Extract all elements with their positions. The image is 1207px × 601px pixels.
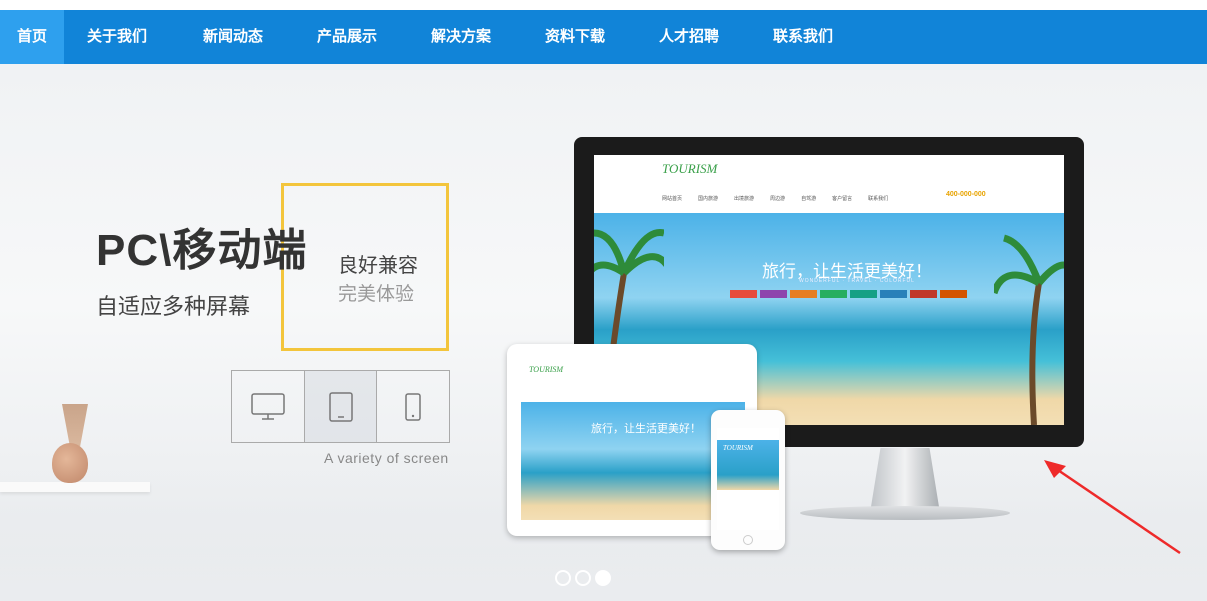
nav-item-solutions[interactable]: 解决方案 — [424, 10, 498, 64]
mockup-nav-item: 网站首页 — [662, 196, 683, 202]
main-nav: 首页 关于我们 新闻动态 产品展示 解决方案 资料下载 人才招聘 联系我们 — [0, 10, 1207, 64]
top-strip — [0, 0, 1207, 10]
mockup-site-header: TOURISM 网站首页 国内旅游 出境旅游 周边游 自驾游 客户留言 联系我们… — [594, 155, 1064, 213]
mockup-chip — [940, 290, 967, 298]
variety-caption: A variety of screen — [324, 450, 449, 466]
mockup-nav-item: 自驾游 — [801, 196, 817, 202]
nav-item-careers[interactable]: 人才招聘 — [652, 10, 726, 64]
tablet-slogan: 旅行，让生活更美好！ — [591, 423, 701, 435]
slide-dot-3[interactable] — [595, 570, 611, 586]
phone-mockup: TOURISM — [711, 410, 785, 550]
slide-dot-2[interactable] — [575, 570, 591, 586]
mockup-chip — [790, 290, 817, 298]
nav-item-home[interactable]: 首页 — [0, 10, 64, 64]
monitor-icon — [251, 392, 285, 420]
mockup-chip — [910, 290, 937, 298]
mockup-hotline: 400-000-000 — [946, 191, 986, 198]
device-cell-tablet — [304, 371, 378, 442]
mockup-nav-item: 周边游 — [770, 196, 786, 202]
phone-home-button — [743, 535, 753, 545]
mockup-category-chips — [730, 290, 967, 298]
tablet-mockup-logo: TOURISM — [529, 365, 564, 374]
side-table — [0, 482, 150, 492]
mockup-chip — [760, 290, 787, 298]
nav-item-products[interactable]: 产品展示 — [310, 10, 384, 64]
palm-tree-right-icon — [994, 234, 1064, 425]
monitor-stand-base — [800, 506, 1010, 520]
phone-screen: TOURISM — [717, 428, 779, 530]
mockup-site-nav: 网站首页 国内旅游 出境旅游 周边游 自驾游 客户留言 联系我们 — [662, 195, 888, 202]
mockup-chip — [820, 290, 847, 298]
slider-dots — [555, 570, 611, 586]
device-cell-phone — [377, 371, 449, 442]
mockup-chip — [880, 290, 907, 298]
slide-dot-1[interactable] — [555, 570, 571, 586]
phone-mockup-logo: TOURISM — [723, 444, 753, 452]
red-arrow-icon — [1044, 460, 1181, 555]
device-cell-monitor — [232, 371, 305, 442]
mockup-chip — [850, 290, 877, 298]
perfect-text: 完美体验 — [338, 284, 415, 305]
nav-item-about[interactable]: 关于我们 — [80, 10, 154, 64]
nav-item-downloads[interactable]: 资料下载 — [538, 10, 612, 64]
vase-base — [52, 443, 88, 483]
phone-icon — [405, 392, 421, 421]
mockup-nav-item: 客户留言 — [832, 196, 853, 202]
mockup-logo: TOURISM — [662, 161, 718, 176]
tablet-icon — [328, 391, 353, 422]
nav-item-news[interactable]: 新闻动态 — [196, 10, 270, 64]
mockup-subtitle: WONDERFUL · TRAVEL · COLORFUL — [799, 278, 915, 284]
mockup-nav-item: 联系我们 — [868, 196, 889, 202]
compat-text: 良好兼容 — [338, 255, 418, 277]
mockup-nav-item: 国内旅游 — [698, 196, 719, 202]
nav-item-contact[interactable]: 联系我们 — [766, 10, 840, 64]
monitor-stand — [870, 448, 940, 513]
device-icons-row — [231, 370, 450, 443]
mockup-chip — [730, 290, 757, 298]
adaptive-text: 自适应多种屏幕 — [96, 294, 251, 319]
banner-headline: PC\移动端 — [96, 226, 308, 275]
mockup-nav-item: 出境旅游 — [734, 196, 755, 202]
